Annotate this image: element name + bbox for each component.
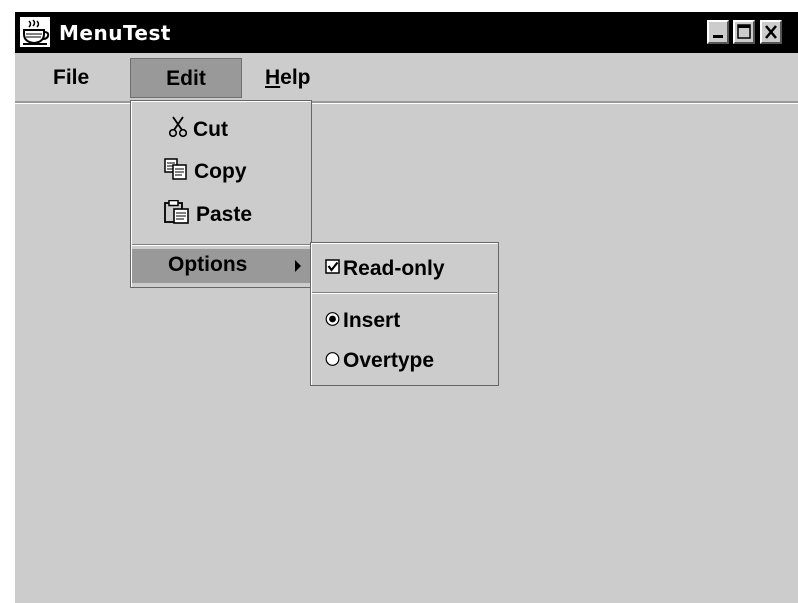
options-submenu-popup: Read-only Insert Overtype (310, 242, 499, 386)
insert-label: Insert (343, 309, 401, 332)
menu-item-overtype[interactable]: Overtype (325, 348, 434, 374)
minimize-icon (713, 35, 723, 38)
radio-unselected-icon (325, 348, 341, 374)
cut-label: Cut (193, 118, 228, 142)
menu-edit[interactable]: Edit (130, 58, 242, 98)
menu-item-paste[interactable]: Paste (164, 199, 253, 231)
minimize-button[interactable] (707, 20, 729, 44)
menu-item-copy[interactable]: Copy (164, 158, 247, 187)
menu-item-insert[interactable]: Insert (325, 308, 400, 334)
submenu-arrow-icon (294, 259, 302, 278)
options-label: Options (168, 253, 248, 276)
menu-separator (132, 244, 310, 246)
scissors-icon (168, 116, 188, 145)
close-button[interactable] (760, 20, 782, 44)
window-title: MenuTest (59, 21, 171, 45)
checkbox-checked-icon (325, 256, 341, 282)
paste-label: Paste (196, 203, 253, 227)
clipboard-icon (164, 199, 190, 231)
edit-menu-popup: Cut Copy Paste Options (130, 100, 312, 288)
menu-file[interactable]: File (53, 58, 113, 98)
menu-bar: File Edit Help (15, 53, 798, 104)
menu-help-mnemonic: H (265, 66, 281, 89)
menu-help[interactable]: Help (265, 58, 345, 98)
menu-item-read-only[interactable]: Read-only (325, 256, 445, 282)
copy-icon (164, 158, 188, 187)
menu-help-label: elp (280, 66, 311, 89)
maximize-button[interactable] (733, 20, 755, 44)
radio-selected-icon (325, 308, 341, 334)
menu-file-label: File (53, 66, 90, 89)
overtype-label: Overtype (343, 349, 435, 372)
close-icon (765, 25, 777, 39)
copy-label: Copy (194, 160, 247, 184)
java-coffee-cup-icon[interactable] (20, 17, 50, 47)
menu-item-options[interactable]: Options (132, 249, 310, 283)
submenu-separator (312, 292, 497, 294)
title-bar[interactable]: MenuTest (15, 12, 798, 53)
maximize-icon (737, 24, 751, 39)
menu-item-cut[interactable]: Cut (168, 116, 228, 145)
menu-edit-label: Edit (166, 67, 206, 90)
read-only-label: Read-only (343, 257, 445, 280)
app-window: MenuTest File Edit Help Cut Copy Paste O… (13, 12, 798, 603)
